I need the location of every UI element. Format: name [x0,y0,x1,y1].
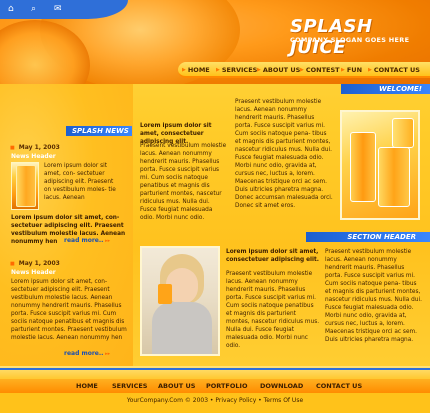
news-side-text: Lorem ipsum dolor sit amet, con- sectetu… [44,163,116,201]
news-header[interactable]: News Header [11,153,56,160]
welcome-title: WELCOME! [341,84,430,94]
search-icon[interactable]: ⌕ [31,4,36,14]
section-col1: Praesent vestibulum molestie lacus. Aene… [226,271,320,349]
nav-home[interactable]: HOME [182,66,210,74]
home-icon[interactable]: ⌂ [8,4,14,14]
footer-nav: HOME SERVICES ABOUT US PORTFOLIO DOWNLOA… [0,379,430,393]
mail-icon[interactable]: ✉ [54,4,62,14]
footer-nav-home[interactable]: HOME [76,382,98,390]
welcome-col1: Praesent vestibulum molestie lacus. Aene… [140,143,227,221]
news-header[interactable]: News Header [11,269,56,276]
footer-nav-portfolio[interactable]: PORTFOLIO [206,382,248,390]
juice-glasses-photo [340,110,420,220]
footer-nav-about-us[interactable]: ABOUT US [158,382,195,390]
copyright-text: YourCompany.Com © 2003 • Privacy Policy … [126,397,304,404]
nav-fun[interactable]: FUN [341,66,362,74]
top-icon-bar: ⌂ ⌕ ✉ [0,0,128,19]
girl-drinking-photo [140,246,220,356]
nav-contest[interactable]: CONTEST [300,66,340,74]
section-col2: Praesent vestibulum molestie lacus. Aene… [325,249,422,343]
nav-about-us[interactable]: ABOUT US [257,66,300,74]
news-date: May 1, 2003 [10,144,60,151]
juice-glass-image [11,162,39,210]
section-header-title: SECTION HEADER [306,232,430,242]
nav-contact-us[interactable]: CONTACT US [368,66,420,74]
footer-nav-services[interactable]: SERVICES [112,382,147,390]
main-nav: HOME SERVICES ABOUT US CONTEST FUN CONTA… [178,62,430,78]
footer-nav-download[interactable]: DOWNLOAD [260,382,303,390]
read-more-link[interactable]: read more.. [64,237,110,244]
section-lead: Lorem ipsum dolor sit amet, consectetuer… [226,249,320,263]
welcome-col2: Praesent vestibulum molestie lacus. Aene… [235,99,333,209]
nav-services[interactable]: SERVICES [216,66,257,74]
read-more-link[interactable]: read more.. [64,350,110,357]
news-text: Lorem ipsum dolor sit amet, con- sectetu… [11,279,127,341]
splash-news-title: SPLASH NEWS [66,126,132,136]
news-date: May 1, 2003 [10,260,60,267]
company-slogan: COMPANY SLOGAN GOES HERE [290,36,410,44]
page: ⌂ ⌕ ✉ SPLASH JUICE COMPANY SLOGAN GOES H… [0,0,430,413]
footer-nav-contact-us[interactable]: CONTACT US [316,382,362,390]
footer-divider [0,368,430,370]
